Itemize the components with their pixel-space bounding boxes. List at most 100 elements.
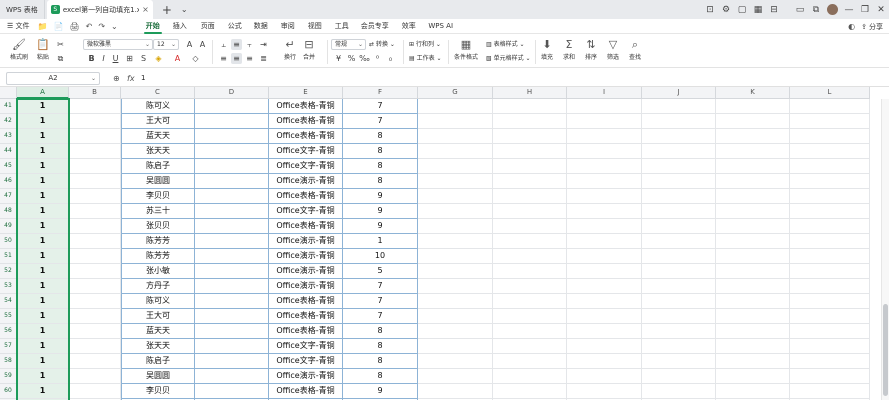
cell-b[interactable] xyxy=(69,249,121,264)
open-icon[interactable]: 📁 xyxy=(38,22,48,31)
row-header[interactable]: 59 xyxy=(0,369,17,384)
column-header-l[interactable]: L xyxy=(790,87,870,99)
cell-d[interactable] xyxy=(195,309,269,324)
sort-button[interactable]: ⇅ 排序 xyxy=(585,38,597,61)
document-tab[interactable]: S excel第一列自动填充1.xlsx × xyxy=(46,0,153,19)
cell-b[interactable] xyxy=(69,324,121,339)
cell-d[interactable] xyxy=(195,204,269,219)
cell-a[interactable]: 1 xyxy=(17,159,69,174)
strikethrough-icon[interactable]: S xyxy=(138,53,149,64)
cell-c[interactable]: 方丹子 xyxy=(121,279,195,294)
thousands-icon[interactable]: ‰ xyxy=(359,53,370,64)
cell-d[interactable] xyxy=(195,369,269,384)
cell-c[interactable]: 苏三十 xyxy=(121,204,195,219)
row-header[interactable]: 43 xyxy=(0,129,17,144)
percent-icon[interactable]: % xyxy=(346,53,357,64)
cell-k[interactable] xyxy=(716,279,790,294)
cell-l[interactable] xyxy=(790,309,870,324)
cell-j[interactable] xyxy=(642,339,716,354)
cell-k[interactable] xyxy=(716,129,790,144)
tab-list-icon[interactable]: ⌄ xyxy=(181,5,188,14)
cell-a[interactable]: 1 xyxy=(17,294,69,309)
pin-icon[interactable]: ⧉ xyxy=(808,0,824,19)
cell-f[interactable]: 7 xyxy=(343,99,418,114)
border-icon[interactable]: ⊞ xyxy=(124,53,135,64)
find-button[interactable]: ⌕ 查找 xyxy=(629,38,641,61)
cell-a[interactable]: 1 xyxy=(17,384,69,399)
cell-i[interactable] xyxy=(567,264,642,279)
cell-i[interactable] xyxy=(567,99,642,114)
cell-h[interactable] xyxy=(493,264,567,279)
cell-l[interactable] xyxy=(790,264,870,279)
formula-input[interactable]: 1 xyxy=(141,72,883,85)
cell-k[interactable] xyxy=(716,249,790,264)
bold-icon[interactable]: B xyxy=(86,53,97,64)
cell-i[interactable] xyxy=(567,369,642,384)
cell-f[interactable]: 8 xyxy=(343,159,418,174)
convert-button[interactable]: ⇄ 转换 ⌄ xyxy=(369,39,395,50)
cell-k[interactable] xyxy=(716,294,790,309)
cell-a[interactable]: 1 xyxy=(17,324,69,339)
row-header[interactable]: 49 xyxy=(0,219,17,234)
cell-g[interactable] xyxy=(418,384,493,399)
row-header[interactable]: 44 xyxy=(0,144,17,159)
cell-g[interactable] xyxy=(418,219,493,234)
cell-k[interactable] xyxy=(716,99,790,114)
new-doc-icon[interactable]: 📄 xyxy=(53,22,63,31)
column-header-a[interactable]: A xyxy=(17,87,69,99)
cell-l[interactable] xyxy=(790,114,870,129)
column-header-k[interactable]: K xyxy=(716,87,790,99)
cell-i[interactable] xyxy=(567,219,642,234)
cell-l[interactable] xyxy=(790,279,870,294)
ui-icon[interactable]: ⊟ xyxy=(766,0,782,19)
cell-j[interactable] xyxy=(642,189,716,204)
column-header-i[interactable]: I xyxy=(567,87,642,99)
cell-c[interactable]: 王大可 xyxy=(121,114,195,129)
cell-e[interactable]: Office表格-青铜 xyxy=(269,219,343,234)
cell-l[interactable] xyxy=(790,129,870,144)
cell-l[interactable] xyxy=(790,354,870,369)
row-header[interactable]: 55 xyxy=(0,309,17,324)
cell-d[interactable] xyxy=(195,114,269,129)
cell-g[interactable] xyxy=(418,129,493,144)
cell-h[interactable] xyxy=(493,369,567,384)
cell-l[interactable] xyxy=(790,234,870,249)
cell-j[interactable] xyxy=(642,384,716,399)
cell-g[interactable] xyxy=(418,324,493,339)
cell-e[interactable]: Office文字-青铜 xyxy=(269,144,343,159)
cell-l[interactable] xyxy=(790,189,870,204)
cell-e[interactable]: Office演示-青铜 xyxy=(269,264,343,279)
tab-6[interactable]: 审阅 xyxy=(274,19,302,34)
cell-e[interactable]: Office文字-青铜 xyxy=(269,339,343,354)
number-format-select[interactable]: 常规 ⌄ xyxy=(331,39,366,50)
window-mode-icon[interactable]: ▭ xyxy=(792,0,808,19)
cell-e[interactable]: Office文字-青铜 xyxy=(269,204,343,219)
cell-c[interactable]: 吴圆圆 xyxy=(121,369,195,384)
cell-d[interactable] xyxy=(195,234,269,249)
cell-a[interactable]: 1 xyxy=(17,309,69,324)
cell-i[interactable] xyxy=(567,294,642,309)
cell-e[interactable]: Office表格-青铜 xyxy=(269,114,343,129)
cell-k[interactable] xyxy=(716,204,790,219)
cell-a[interactable]: 1 xyxy=(17,279,69,294)
cell-g[interactable] xyxy=(418,369,493,384)
cell-g[interactable] xyxy=(418,249,493,264)
cell-a[interactable]: 1 xyxy=(17,354,69,369)
cell-c[interactable]: 王大可 xyxy=(121,309,195,324)
lock-icon[interactable]: ⊡ xyxy=(702,0,718,19)
cell-a[interactable]: 1 xyxy=(17,144,69,159)
cell-e[interactable]: Office文字-青铜 xyxy=(269,159,343,174)
cell-h[interactable] xyxy=(493,144,567,159)
new-tab-icon[interactable]: + xyxy=(162,3,172,17)
cell-j[interactable] xyxy=(642,114,716,129)
cell-b[interactable] xyxy=(69,129,121,144)
cell-b[interactable] xyxy=(69,159,121,174)
cell-i[interactable] xyxy=(567,189,642,204)
cell-g[interactable] xyxy=(418,279,493,294)
cell-g[interactable] xyxy=(418,174,493,189)
cell-i[interactable] xyxy=(567,249,642,264)
cell-c[interactable]: 张天天 xyxy=(121,339,195,354)
cell-a[interactable]: 1 xyxy=(17,114,69,129)
cell-b[interactable] xyxy=(69,384,121,399)
row-header[interactable]: 52 xyxy=(0,264,17,279)
